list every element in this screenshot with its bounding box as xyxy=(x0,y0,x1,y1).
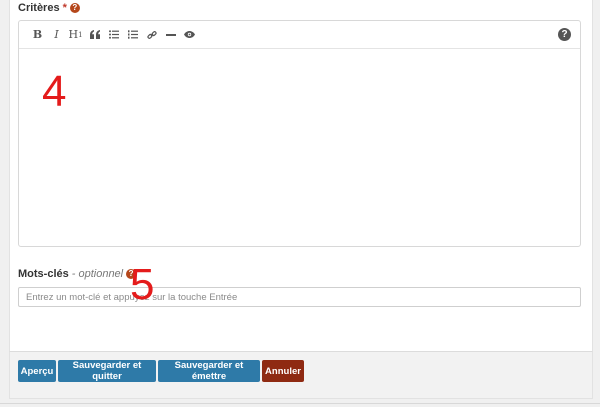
ordered-list-icon[interactable] xyxy=(123,25,142,45)
preview-button[interactable]: Aperçu xyxy=(18,360,56,382)
heading-icon[interactable]: H1 xyxy=(66,25,85,45)
required-marker: * xyxy=(62,2,67,14)
criteria-help-icon[interactable]: ? xyxy=(69,3,80,13)
horizontal-rule-icon[interactable] xyxy=(161,25,180,45)
save-and-quit-button[interactable]: Sauvegarder et quitter xyxy=(58,360,156,382)
keywords-label: Mots-clés - optionnel ? xyxy=(18,268,137,280)
heading-level: 1 xyxy=(78,30,83,39)
bold-icon[interactable]: B xyxy=(28,25,47,45)
quote-icon[interactable] xyxy=(85,25,104,45)
cancel-button[interactable]: Annuler xyxy=(262,360,304,382)
criteria-label-text: Critères xyxy=(18,2,60,14)
criteria-label: Critères * ? xyxy=(18,2,80,14)
heading-glyph: H xyxy=(68,28,79,41)
optional-note: - optionnel xyxy=(71,268,124,280)
unordered-list-icon[interactable] xyxy=(104,25,123,45)
save-and-issue-button[interactable]: Sauvegarder et émettre xyxy=(158,360,260,382)
editor-toolbar: B I H1 ? xyxy=(19,21,580,49)
page-divider xyxy=(0,403,600,404)
markdown-help-icon[interactable]: ? xyxy=(558,28,571,41)
criteria-editor: B I H1 ? xyxy=(18,20,581,247)
annotation-marker-4: 4 xyxy=(42,67,67,116)
annotation-marker-5: 5 xyxy=(130,260,155,309)
keywords-label-text: Mots-clés xyxy=(18,268,69,280)
link-icon[interactable] xyxy=(142,25,161,45)
preview-eye-icon[interactable] xyxy=(180,25,199,45)
criteria-textarea[interactable] xyxy=(19,49,580,246)
italic-icon[interactable]: I xyxy=(47,25,66,45)
keywords-input[interactable] xyxy=(18,287,581,307)
